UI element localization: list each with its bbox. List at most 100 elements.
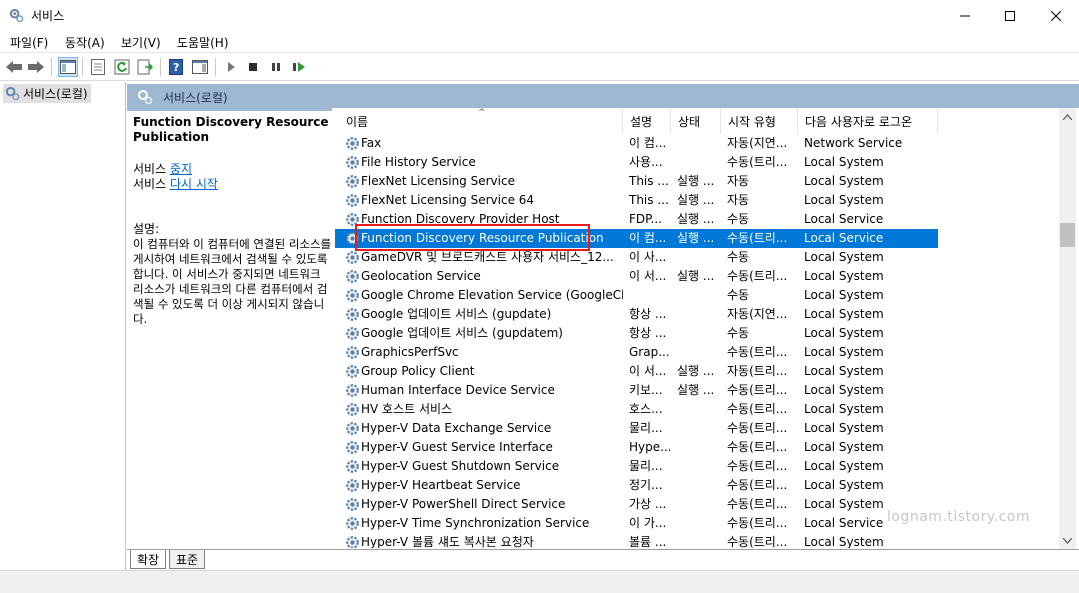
cell-description: Grap... xyxy=(629,345,670,359)
pause-service-button[interactable] xyxy=(266,57,286,77)
scroll-down-button[interactable] xyxy=(1059,532,1076,549)
cell-description: 이 서... xyxy=(629,269,667,283)
cell-status: 실행 ... xyxy=(677,231,715,245)
table-row[interactable]: HV 호스트 서비스 호스... 수동(트리... Local System xyxy=(335,400,938,419)
toolbar: ? xyxy=(0,52,1079,81)
table-row[interactable]: Google 업데이트 서비스 (gupdatem) 항상 ... 수동 Local … xyxy=(335,324,938,343)
table-row[interactable]: Fax 이 컴... 자동(지연... Network Service xyxy=(335,134,938,153)
table-row[interactable]: Group Policy Client 이 서... 실행 ... 자동(트리... L… xyxy=(335,362,938,381)
action-pane-button[interactable] xyxy=(190,57,210,77)
table-row[interactable]: Hyper-V 볼륨 섀도 복사본 요청자 볼륨 ... 수동(트리... Local… xyxy=(335,533,938,548)
minimize-button[interactable] xyxy=(942,0,988,31)
cell-logon-as: Local System xyxy=(804,440,884,454)
tree-item-services-local[interactable]: 서비스(로컬) xyxy=(3,84,91,103)
cell-status xyxy=(677,533,721,548)
menu-help[interactable]: 도움말(H) xyxy=(177,34,229,51)
table-row[interactable]: Hyper-V Heartbeat Service 정기... 수동(트리... Lo… xyxy=(335,476,938,495)
cell-status xyxy=(677,324,721,343)
table-row[interactable]: Geolocation Service 이 서... 실행 ... 수동(트리... L… xyxy=(335,267,938,286)
column-header-startup-type[interactable]: 시작 유형 xyxy=(721,108,798,134)
service-gear-icon xyxy=(346,536,359,548)
menu-file[interactable]: 파일(F) xyxy=(10,34,48,51)
restart-service-link[interactable]: 다시 시작 xyxy=(170,177,218,191)
scrollbar-thumb[interactable] xyxy=(1060,223,1075,247)
window-title: 서비스 xyxy=(31,9,65,23)
export-list-button[interactable] xyxy=(135,57,155,77)
column-header-status[interactable]: 상태 xyxy=(671,108,721,134)
cell-name: Fax xyxy=(361,136,382,150)
pause-service-icon xyxy=(272,63,280,71)
restart-service-button[interactable] xyxy=(289,57,309,77)
tab-extended[interactable]: 확장 xyxy=(130,550,167,569)
show-hide-console-tree-icon xyxy=(60,60,76,74)
service-gear-icon xyxy=(346,194,359,207)
cell-name: Hyper-V Guest Shutdown Service xyxy=(361,459,560,473)
cell-startup-type: 수동(트리... xyxy=(727,345,788,359)
column-header-name[interactable]: 이름 xyxy=(339,108,623,134)
stop-service-button[interactable] xyxy=(243,57,263,77)
table-row[interactable]: File History Service 사용... 수동(트리... Local S… xyxy=(335,153,938,172)
cell-startup-type: 수동(트리... xyxy=(727,421,788,435)
back-button[interactable] xyxy=(4,57,24,77)
toolbar-separator xyxy=(51,58,52,76)
action-prefix: 서비스 xyxy=(133,177,170,191)
start-service-icon xyxy=(228,62,235,72)
cell-description: 가상 ... xyxy=(629,497,667,511)
scroll-up-button[interactable] xyxy=(1059,108,1076,125)
menu-action[interactable]: 동작(A) xyxy=(65,34,105,51)
menu-bar: 파일(F) 동작(A) 보기(V) 도움말(H) xyxy=(0,31,1079,52)
cell-startup-type: 수동(트리... xyxy=(727,535,788,548)
table-row[interactable]: Google 업데이트 서비스 (gupdate) 항상 ... 자동(지연... L… xyxy=(335,305,938,324)
refresh-button[interactable] xyxy=(112,57,132,77)
table-row[interactable]: Hyper-V Guest Shutdown Service 물리... 수동(트리… xyxy=(335,457,938,476)
column-header-description[interactable]: 설명 xyxy=(623,108,671,134)
cell-status: 실행 ... xyxy=(677,174,715,188)
table-row[interactable]: Google Chrome Elevation Service (GoogleC… xyxy=(335,286,938,305)
cell-status xyxy=(677,400,721,419)
cell-logon-as: Local System xyxy=(804,288,884,302)
table-row[interactable]: Hyper-V Guest Service Interface Hype... 수동… xyxy=(335,438,938,457)
cell-status xyxy=(677,476,721,495)
start-service-button[interactable] xyxy=(221,57,241,77)
gears-icon xyxy=(138,90,153,105)
show-hide-console-tree-button[interactable] xyxy=(58,57,78,77)
header-shade xyxy=(127,108,332,111)
table-row[interactable]: Human Interface Device Service 키보... 실행 ..… xyxy=(335,381,938,400)
maximize-button[interactable] xyxy=(987,0,1033,31)
cell-startup-type: 자동 xyxy=(727,174,750,188)
cell-name: Hyper-V Time Synchronization Service xyxy=(361,516,590,530)
close-icon xyxy=(1051,10,1061,21)
table-row[interactable]: Hyper-V Time Synchronization Service 이 가.… xyxy=(335,514,938,533)
tab-label: 확장 xyxy=(137,552,160,567)
vertical-scrollbar[interactable] xyxy=(1059,108,1076,549)
cell-logon-as: Local System xyxy=(804,250,884,264)
cell-startup-type: 자동(지연... xyxy=(727,307,788,321)
cell-startup-type: 수동(트리... xyxy=(727,269,788,283)
cell-logon-as: Local System xyxy=(804,174,884,188)
cell-description: 이 서... xyxy=(629,364,667,378)
cell-startup-type: 수동(트리... xyxy=(727,402,788,416)
forward-button[interactable] xyxy=(26,57,46,77)
toolbar-separator xyxy=(160,58,161,76)
stop-service-link[interactable]: 중지 xyxy=(170,162,192,176)
help-button[interactable]: ? xyxy=(166,57,186,77)
tab-standard[interactable]: 표준 xyxy=(169,550,206,569)
properties-button[interactable] xyxy=(88,57,108,77)
description-label: 설명: xyxy=(133,222,160,236)
column-header-logon-as[interactable]: 다음 사용자로 로그온 xyxy=(798,108,938,134)
cell-description: Hype... xyxy=(629,440,670,454)
highlight-annotation xyxy=(355,224,590,251)
cell-status xyxy=(677,457,721,476)
cell-name: Hyper-V Heartbeat Service xyxy=(361,478,521,492)
cell-startup-type: 수동(트리... xyxy=(727,383,788,397)
table-row[interactable]: FlexNet Licensing Service 64 This ... 실행 .… xyxy=(335,191,938,210)
table-row[interactable]: FlexNet Licensing Service This ... 실행 ... 자… xyxy=(335,172,938,191)
table-row[interactable]: GraphicsPerfSvc Grap... 수동(트리... Local Syst… xyxy=(335,343,938,362)
close-button[interactable] xyxy=(1033,0,1079,31)
table-row[interactable]: Hyper-V PowerShell Direct Service 가상 ... 수… xyxy=(335,495,938,514)
service-gear-icon xyxy=(346,460,359,473)
cell-description: 물리... xyxy=(629,459,663,473)
menu-view[interactable]: 보기(V) xyxy=(121,34,161,51)
cell-startup-type: 수동(트리... xyxy=(727,155,788,169)
table-row[interactable]: Hyper-V Data Exchange Service 물리... 수동(트리.… xyxy=(335,419,938,438)
